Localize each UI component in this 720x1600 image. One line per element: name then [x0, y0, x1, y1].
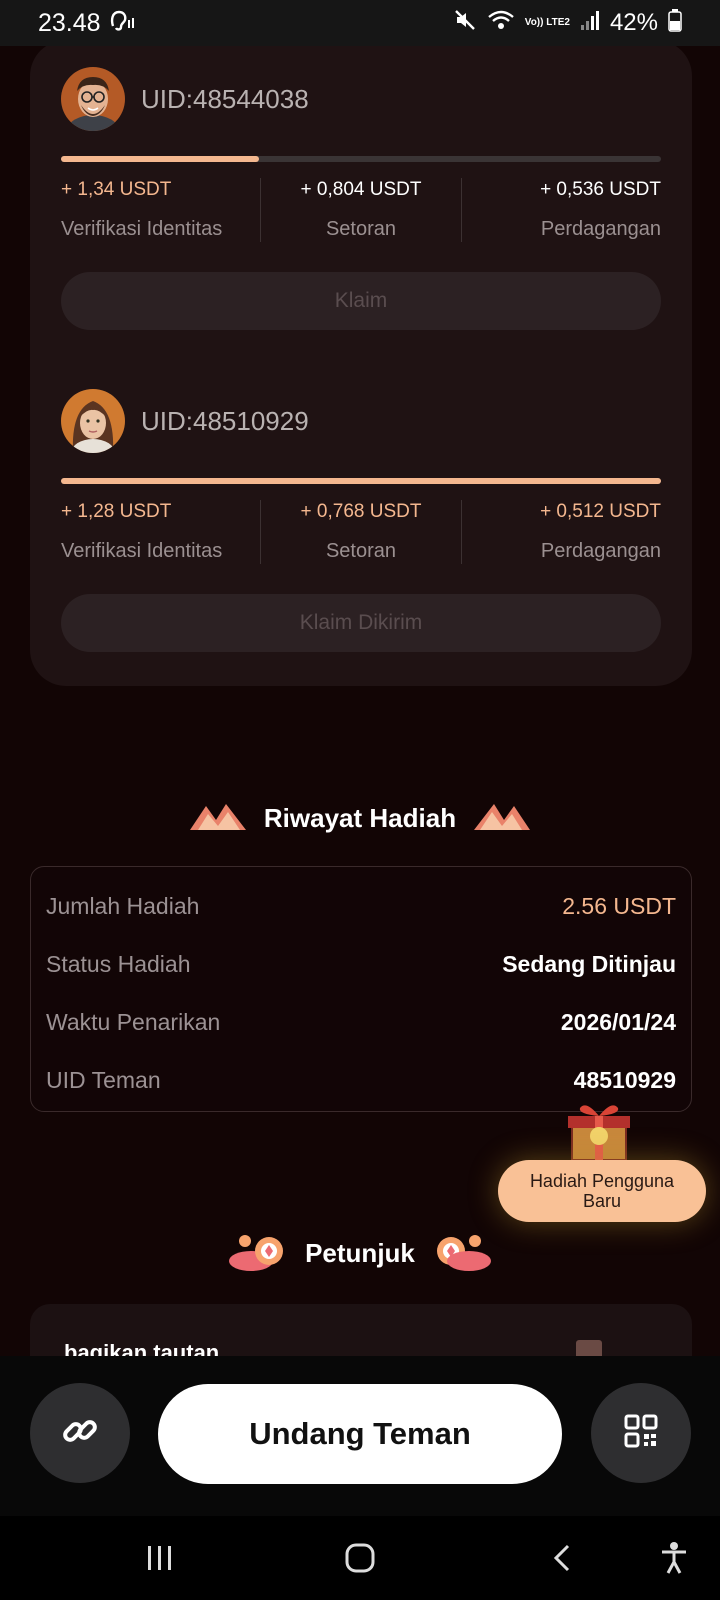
- mountain-icon: [472, 800, 532, 837]
- battery-icon: [668, 8, 682, 39]
- reward-trade: + 0,536 USDT Perdagangan: [462, 178, 661, 242]
- reward-breakdown: + 1,28 USDT Verifikasi Identitas + 0,768…: [61, 500, 661, 564]
- status-right: Vo)) LTE2 42%: [453, 8, 682, 39]
- guide-title: Petunjuk: [305, 1237, 415, 1268]
- claim-sent-button[interactable]: Klaim Dikirim: [61, 594, 661, 652]
- identity-amount: + 1,34 USDT: [61, 179, 172, 200]
- history-row-amount: Jumlah Hadiah 2.56 USDT: [46, 877, 676, 935]
- gift-icon: [564, 1098, 634, 1162]
- reward-identity: + 1,34 USDT Verifikasi Identitas: [61, 178, 262, 242]
- identity-label: Verifikasi Identitas: [61, 218, 223, 240]
- avatar: [61, 389, 125, 453]
- trade-label: Perdagangan: [540, 540, 661, 562]
- history-label: UID Teman: [46, 1066, 161, 1093]
- history-value: 2026/01/24: [560, 1008, 676, 1035]
- history-title: Riwayat Hadiah: [263, 802, 457, 833]
- history-label: Status Hadiah: [46, 950, 191, 977]
- signal-icon: [580, 9, 600, 38]
- mountain-icon: [188, 800, 248, 837]
- accessibility-icon[interactable]: [652, 1536, 696, 1580]
- status-bar: 23.48 Vo)) LTE2 42%: [0, 0, 720, 46]
- reward-history-card: Jumlah Hadiah 2.56 USDT Status Hadiah Se…: [30, 866, 692, 1112]
- mute-icon: [453, 8, 477, 39]
- identity-label: Verifikasi Identitas: [61, 540, 223, 562]
- history-title-row: Riwayat Hadiah: [0, 798, 720, 838]
- progress-bar: [61, 478, 661, 484]
- claim-button[interactable]: Klaim: [61, 272, 661, 330]
- network-label: Vo)) LTE2: [524, 17, 570, 28]
- history-value: 2.56 USDT: [562, 892, 676, 919]
- referral-header: UID:48544038: [61, 66, 661, 132]
- guide-title-row: Petunjuk: [0, 1228, 720, 1278]
- back-icon[interactable]: [540, 1536, 584, 1580]
- recent-apps-icon[interactable]: [138, 1536, 182, 1580]
- deposit-amount: + 0,804 USDT: [300, 179, 422, 200]
- referral-uid: UID:48544038: [141, 83, 309, 114]
- system-nav-bar: [0, 1516, 720, 1600]
- gift-label: Hadiah Pengguna Baru: [498, 1160, 706, 1222]
- action-bar: Undang Teman: [0, 1356, 720, 1516]
- history-value: Sedang Ditinjau: [502, 950, 676, 977]
- reward-breakdown: + 1,34 USDT Verifikasi Identitas + 0,804…: [61, 178, 661, 242]
- referral-page: 23.48 Vo)) LTE2 42% UID:48544038 + 1,34 …: [0, 0, 720, 1600]
- progress-fill: [61, 156, 259, 162]
- identity-amount: + 1,28 USDT: [61, 501, 172, 522]
- cloud-coin-icon: [431, 1227, 493, 1280]
- history-label: Waktu Penarikan: [46, 1008, 221, 1035]
- deposit-label: Setoran: [325, 218, 397, 240]
- qr-code-icon: [624, 1414, 658, 1453]
- progress-bar: [61, 156, 661, 162]
- status-time: 23.48: [38, 8, 101, 37]
- deposit-label: Setoran: [325, 540, 397, 562]
- progress-fill: [61, 478, 661, 484]
- history-row-status: Status Hadiah Sedang Ditinjau: [46, 935, 676, 993]
- home-icon[interactable]: [338, 1536, 382, 1580]
- trade-label: Perdagangan: [540, 218, 661, 240]
- history-row-time: Waktu Penarikan 2026/01/24: [46, 993, 676, 1051]
- new-user-gift-button[interactable]: Hadiah Pengguna Baru: [498, 1098, 708, 1224]
- referral-uid: UID:48510929: [141, 405, 309, 436]
- avatar: [61, 67, 125, 131]
- cloud-coin-icon: [227, 1227, 289, 1280]
- wifi-icon: [487, 8, 515, 39]
- reward-identity: + 1,28 USDT Verifikasi Identitas: [61, 500, 262, 564]
- invite-friend-button[interactable]: Undang Teman: [158, 1384, 562, 1484]
- deposit-amount: + 0,768 USDT: [300, 501, 422, 522]
- referral-card: UID:48544038 + 1,34 USDT Verifikasi Iden…: [30, 40, 692, 686]
- referral-item: UID:48544038 + 1,34 USDT Verifikasi Iden…: [61, 66, 661, 330]
- trade-amount: + 0,512 USDT: [540, 501, 661, 522]
- trade-amount: + 0,536 USDT: [540, 179, 661, 200]
- history-label: Jumlah Hadiah: [46, 892, 200, 919]
- reward-trade: + 0,512 USDT Perdagangan: [462, 500, 661, 564]
- copy-link-button[interactable]: [30, 1383, 130, 1483]
- hearing-icon: [109, 8, 135, 38]
- reward-deposit: + 0,768 USDT Setoran: [261, 500, 462, 564]
- referral-header: UID:48510929: [61, 388, 661, 454]
- history-value: 48510929: [573, 1066, 676, 1093]
- battery-level: 42%: [609, 9, 658, 36]
- qr-code-button[interactable]: [591, 1383, 691, 1483]
- reward-deposit: + 0,804 USDT Setoran: [261, 178, 462, 242]
- link-icon: [60, 1411, 100, 1456]
- referral-item: UID:48510929 + 1,28 USDT Verifikasi Iden…: [61, 388, 661, 652]
